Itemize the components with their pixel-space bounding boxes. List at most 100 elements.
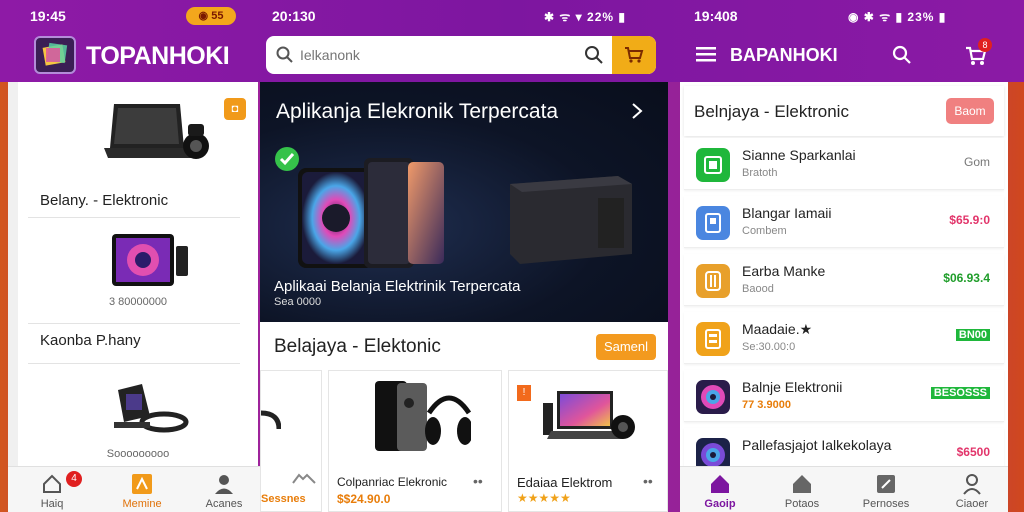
product-card[interactable]: Kaonba P.hany (28, 324, 240, 364)
home-icon (793, 475, 811, 493)
item-sub: Se:30.00:0 (742, 341, 796, 353)
list-item[interactable]: Maadaie.★ Se:30.00:0 BN00 (684, 312, 1004, 364)
item-sub: 77 3.9000 (742, 399, 791, 411)
product-card[interactable]: Sessnes (260, 370, 322, 512)
camera-icon[interactable]: ◘ (224, 98, 246, 120)
item-name: Maadaie.★ (742, 321, 813, 337)
item-sub: Combem (742, 225, 787, 237)
notification-badge: 4 (66, 471, 82, 487)
middle-screen: Aplikanja Elekronik Terpercata Aplikaai … (260, 82, 668, 512)
status-time-left: 19:45 (30, 8, 66, 24)
headphones-image (261, 410, 281, 430)
hero-subtitle: Aplikaai Belanja Elektrinik Terpercata (274, 278, 521, 295)
search-input[interactable] (300, 44, 560, 66)
nav-home[interactable]: Haiq 4 (22, 471, 82, 510)
bag-icon (132, 474, 152, 494)
app-icon (696, 148, 730, 182)
product-label: Belany. - Elektronic (40, 192, 169, 209)
right-screen: Belnjaya - Elektronic Baom Sianne Sparka… (680, 82, 1008, 512)
item-sub: Baood (742, 283, 774, 295)
search-icon[interactable] (892, 45, 912, 65)
nav-memine[interactable]: Memine (112, 473, 172, 510)
home-icon (43, 474, 61, 493)
edit-icon (877, 475, 895, 493)
app-icon (696, 322, 730, 356)
item-value: BN00 (955, 329, 990, 341)
nav-label: Gaoip (704, 498, 736, 510)
product-price: 3 80000000 (108, 296, 168, 308)
item-name: Earba Manke (742, 263, 826, 279)
list-header: Belnjaya - Elektronic Baom (684, 86, 1004, 136)
product-name: Colpanriac Elekronic (337, 475, 448, 489)
product-price: $$24.90.0 (337, 492, 391, 506)
tablet-image (112, 234, 188, 286)
chevron-right-icon[interactable] (630, 102, 644, 120)
section-button[interactable]: Samenl (596, 334, 656, 360)
bottom-nav-right: Gaoip Potaos Pernoses Ciaoer (680, 466, 1008, 512)
list-item[interactable]: Blangar Iamaii Combem $65.9:0 (684, 196, 1004, 248)
item-value: $65.9:0 (949, 213, 990, 227)
status-chip: ◉ 55 (186, 7, 236, 25)
nav-label: Potaos (784, 498, 820, 510)
nav-label: Ciaoer (955, 498, 989, 510)
item-name: Balnje Elektronii (742, 379, 843, 395)
nav-label: Acanes (205, 498, 243, 510)
nav-home[interactable]: Gaoip (690, 473, 750, 510)
item-value: $06.93.4 (943, 271, 990, 285)
app-icon (696, 206, 730, 240)
menu-icon[interactable] (696, 46, 716, 62)
search-bar[interactable] (266, 36, 656, 74)
bottom-nav-left: Haiq 4 Memine Acanes (8, 466, 268, 512)
item-value: BESOSSS (930, 387, 990, 399)
nav-label: Pernoses (862, 498, 910, 510)
list-button[interactable]: Baom (946, 98, 994, 124)
item-value: Gom (963, 155, 990, 169)
list-item[interactable]: Balnje Elektronii 77 3.9000 BESOSSS (684, 370, 1004, 422)
app-icon (696, 264, 730, 298)
product-name: Edaiaa Elektrom (517, 475, 613, 490)
product-card[interactable]: Sooooooooo (28, 364, 240, 474)
item-value: $6500 (956, 445, 990, 459)
nav-account[interactable]: Acanes (194, 473, 254, 510)
laptop-image (104, 104, 209, 159)
nav-purchases[interactable]: Pernoses (856, 473, 916, 510)
hero-products-image (298, 158, 632, 268)
nav-products[interactable]: Potaos (772, 473, 832, 510)
product-card[interactable]: Colpanriac Elekronic •• $$24.90.0 (328, 370, 502, 512)
user-icon (963, 474, 981, 495)
section-title: Belajaya - Elektonic (274, 336, 441, 357)
home-icon (711, 475, 729, 493)
product-card[interactable]: 3 80000000 (28, 218, 240, 324)
cart-button[interactable]: 8 (964, 38, 992, 68)
product-price: Sessnes (261, 493, 306, 505)
cart-button[interactable] (612, 36, 656, 74)
app-icon (696, 380, 730, 414)
list-item[interactable]: Earba Manke Baood $06.93.4 (684, 254, 1004, 306)
more-icon[interactable]: •• (473, 473, 483, 489)
status-icons-mid: ✱ ᯤ ▾ 22% ▮ (544, 10, 626, 24)
app-logo-icon (34, 36, 76, 74)
list-title: Belnjaya - Elektronic (694, 102, 849, 121)
left-screen: ◘ Belany. - Elektronic 3 80000000 Kaonba… (8, 82, 268, 512)
search-icon (276, 46, 293, 63)
item-sub: Bratoth (742, 167, 778, 179)
nav-account[interactable]: Ciaoer (942, 473, 1002, 510)
star-rating: ★★★★★ (517, 491, 571, 505)
device-image (114, 384, 189, 433)
product-card[interactable]: ! Edaiaa Elektrom •• ★★★★★ (508, 370, 668, 512)
item-name: Blangar Iamaii (742, 205, 832, 221)
cart-badge: 8 (978, 38, 992, 52)
header-title: BAPANHOKI (730, 45, 838, 65)
product-card[interactable]: ◘ Belany. - Elektronic (28, 82, 246, 218)
search-icon[interactable] (584, 45, 604, 65)
status-time-mid: 20:130 (272, 8, 316, 24)
gamepad-icon (292, 473, 316, 484)
product-label: Kaonba P.hany (40, 332, 141, 349)
tag-icon: ! (517, 385, 531, 401)
list-item[interactable]: Sianne Sparkanlai Bratoth Gom (684, 138, 1004, 190)
phone-headphones-image (375, 381, 471, 451)
hero-title: Aplikanja Elekronik Terpercata (276, 100, 559, 123)
nav-label: Haiq (40, 498, 64, 510)
more-icon[interactable]: •• (643, 473, 653, 489)
hero-banner[interactable]: Aplikanja Elekronik Terpercata Aplikaai … (260, 82, 668, 322)
